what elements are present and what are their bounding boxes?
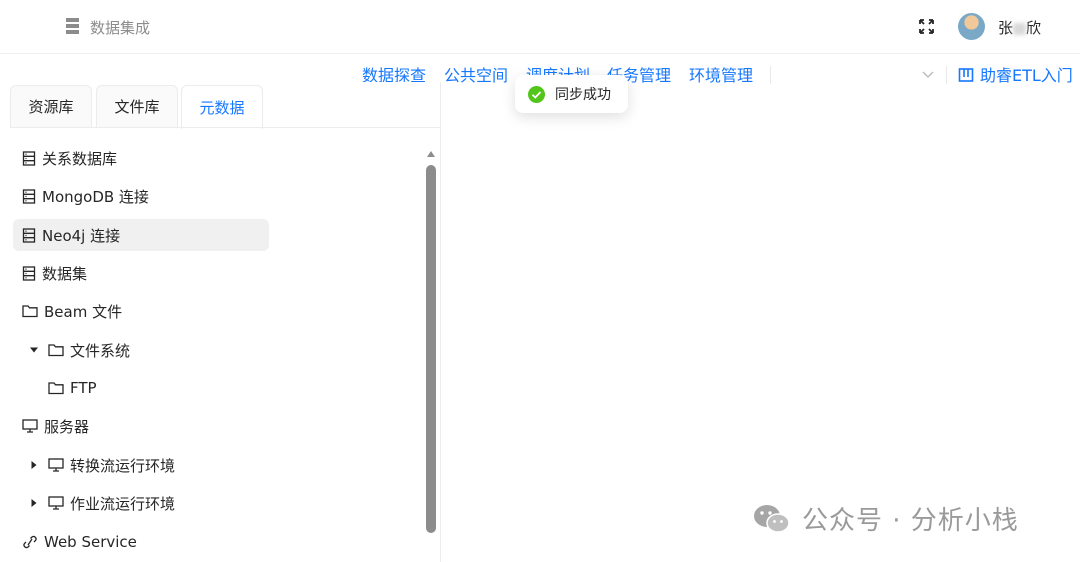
- tab-file-library[interactable]: 文件库: [96, 85, 178, 127]
- watermark: 公众号 · 分析小栈: [752, 500, 1019, 537]
- database-icon: [66, 18, 79, 34]
- monitor-icon: [22, 419, 38, 433]
- caret-right-icon[interactable]: [30, 461, 38, 469]
- left-panel: 资源库 文件库 元数据 关系数据库 MongoDB 连接 Neo4j 连接 数据…: [0, 82, 441, 562]
- tree-item-server[interactable]: 服务器: [22, 410, 89, 442]
- check-circle-icon: [528, 85, 545, 103]
- tree-item-file-system[interactable]: 文件系统: [48, 334, 130, 366]
- tree-item-mongodb[interactable]: MongoDB 连接: [22, 180, 149, 212]
- avatar[interactable]: [958, 13, 985, 40]
- scroll-up-arrow-icon[interactable]: [426, 150, 436, 158]
- tab-metadata[interactable]: 元数据: [181, 85, 263, 129]
- database-icon: [22, 265, 36, 281]
- nav-item-environment[interactable]: 环境管理: [689, 62, 753, 86]
- toast-message: 同步成功: [555, 87, 611, 103]
- monitor-icon: [48, 458, 64, 472]
- folder-icon: [48, 382, 64, 395]
- nav-divider: [946, 66, 947, 84]
- database-icon: [22, 150, 36, 166]
- link-icon: [23, 535, 37, 549]
- database-icon: [22, 188, 36, 204]
- nav-divider: [770, 66, 771, 84]
- tree-item-beam-file[interactable]: Beam 文件: [22, 295, 122, 327]
- tree-item-web-service[interactable]: Web Service: [22, 526, 137, 558]
- caret-down-icon[interactable]: [30, 346, 38, 354]
- folder-icon: [48, 344, 64, 357]
- tree-item-job-env[interactable]: 作业流运行环境: [48, 487, 175, 519]
- tree-item-relational-db[interactable]: 关系数据库: [22, 142, 117, 174]
- book-icon: [958, 68, 974, 82]
- app-title: 数据集成: [90, 19, 151, 37]
- caret-right-icon[interactable]: [30, 499, 38, 507]
- folder-icon: [22, 305, 38, 318]
- user-name[interactable]: 张欣: [998, 17, 1041, 38]
- nav-item-public-space[interactable]: 公共空间: [444, 62, 508, 86]
- chevron-down-icon[interactable]: [921, 67, 935, 81]
- database-icon: [22, 227, 36, 243]
- help-link[interactable]: 助睿ETL入门: [958, 62, 1073, 86]
- tree-item-neo4j[interactable]: Neo4j 连接: [13, 219, 269, 251]
- fullscreen-icon[interactable]: [918, 18, 935, 35]
- success-toast: 同步成功: [515, 75, 628, 113]
- wechat-icon: [754, 504, 790, 533]
- scrollbar-thumb[interactable]: [426, 165, 436, 533]
- tab-resource-library[interactable]: 资源库: [10, 85, 92, 127]
- tree-item-ftp[interactable]: FTP: [48, 372, 97, 404]
- blurred-text: [1013, 22, 1027, 35]
- monitor-icon: [48, 496, 64, 510]
- tabs-divider: [10, 127, 440, 128]
- top-bar: 数据集成 张欣: [0, 0, 1080, 54]
- tree-item-transform-env[interactable]: 转换流运行环境: [48, 449, 175, 481]
- tree-item-dataset[interactable]: 数据集: [22, 257, 87, 289]
